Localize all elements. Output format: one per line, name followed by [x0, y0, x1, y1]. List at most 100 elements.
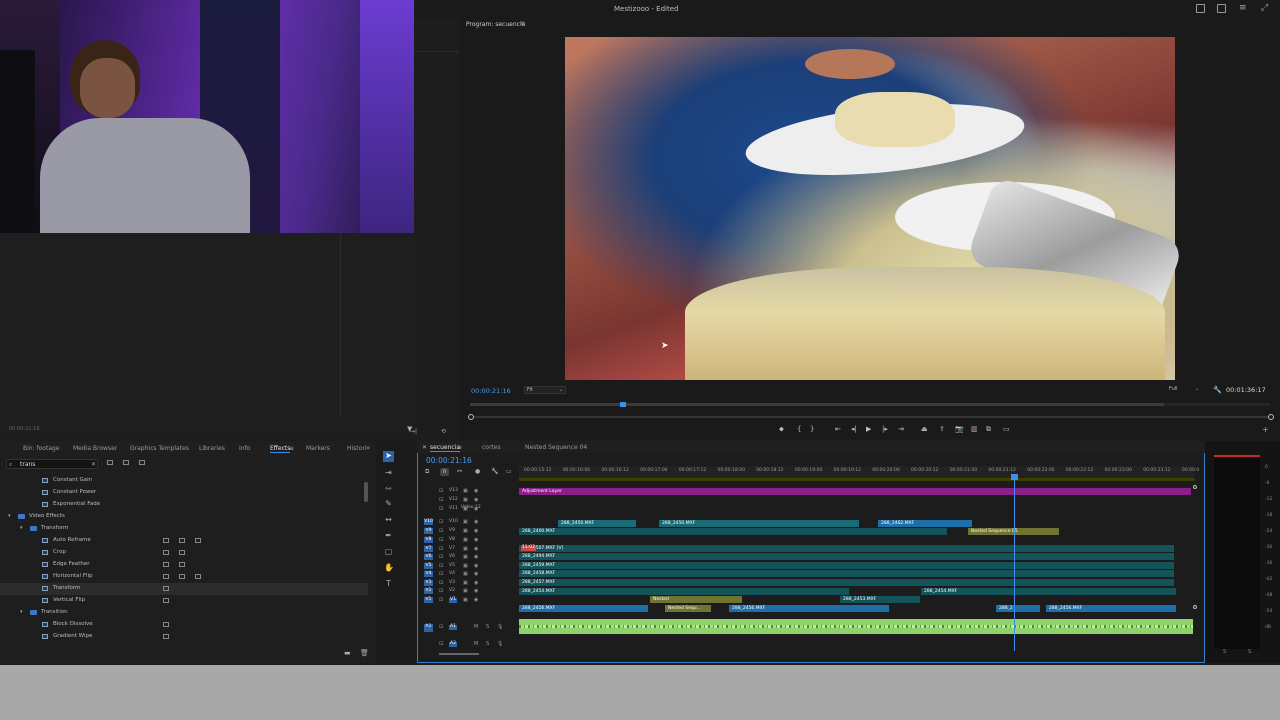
captions-icon[interactable]: ▭	[506, 468, 512, 475]
track-target-button[interactable]: V1	[449, 597, 457, 603]
effect-item[interactable]: Block Dissolve	[0, 619, 368, 631]
effect-item[interactable]: ▾ Transform	[0, 523, 368, 535]
solo-right[interactable]: S	[1248, 650, 1251, 655]
loop-icon[interactable]: ⟲	[441, 428, 446, 435]
rectangle-icon[interactable]: ▢	[384, 547, 393, 556]
mark-in-icon[interactable]: {	[797, 425, 801, 433]
eye-icon[interactable]: ◉	[474, 580, 478, 586]
eye-icon[interactable]: ◉	[474, 546, 478, 552]
timeline-zoom-scroll[interactable]	[439, 653, 479, 655]
source-patch-button[interactable]: V1	[424, 597, 433, 603]
window-icon[interactable]	[1196, 4, 1205, 13]
source-patch-button[interactable]: V3	[424, 580, 433, 586]
quality-dropdown[interactable]: Full ⌄	[1167, 386, 1205, 394]
playhead-line[interactable]	[1014, 476, 1015, 651]
lock-icon[interactable]: ⊡	[439, 554, 443, 560]
track-target-button[interactable]: V9	[449, 528, 455, 534]
linked-selection-icon[interactable]: ⚯	[457, 468, 462, 475]
solo-left[interactable]: S	[1223, 650, 1226, 655]
tab-markers[interactable]: Markers	[306, 445, 330, 452]
program-menu-icon[interactable]: ≡	[520, 20, 525, 27]
toggle-sync-icon[interactable]: ▣	[463, 519, 468, 525]
track-target-button[interactable]: A1	[449, 624, 457, 630]
track-target-button[interactable]: V2	[449, 588, 455, 594]
timeline-clip[interactable]: 288_2507.MXF [V]	[519, 545, 1174, 552]
search-input[interactable]: trans	[20, 462, 35, 468]
effect-item[interactable]: Crop	[0, 547, 368, 559]
toggle-sync-icon[interactable]: ▣	[463, 588, 468, 594]
source-patch-button[interactable]: V7	[424, 546, 433, 552]
timeline-clip[interactable]: 288_2456.MXF	[729, 605, 889, 612]
lock-icon[interactable]: ⊡	[439, 528, 443, 534]
selection-tool-icon[interactable]: ➤	[383, 451, 394, 462]
tab-cortes[interactable]: cortes	[482, 444, 501, 451]
timeline-clip[interactable]: 288_2450.MXF	[558, 520, 636, 527]
tab-history[interactable]: Histori	[347, 445, 366, 452]
timeline-clip[interactable]: 288_2456.MXF	[519, 605, 648, 612]
timeline-clip[interactable]: 288_2453.MXF	[840, 596, 920, 603]
compare-icon[interactable]: ▥	[971, 425, 978, 433]
wrench-icon[interactable]: 🔧	[1213, 386, 1222, 394]
timeline-clip[interactable]: 288_2454.MXF	[519, 588, 849, 595]
mic-icon[interactable]: 🎙	[497, 641, 503, 647]
timeline-clip[interactable]: 288_2	[996, 605, 1040, 612]
pen-icon[interactable]: ✒	[384, 531, 393, 540]
eye-icon[interactable]: ◉	[474, 563, 478, 569]
lock-icon[interactable]: ⊡	[439, 571, 443, 577]
effect-item[interactable]: ▾ Video Effects	[0, 511, 368, 523]
timeline-clip[interactable]: 288_2450.MXF	[659, 520, 859, 527]
lock-icon[interactable]: ⊡	[439, 488, 443, 494]
eye-icon[interactable]: ◉	[474, 571, 478, 577]
timeline-clip[interactable]: Nested	[650, 596, 742, 603]
eye-icon[interactable]: ◉	[474, 497, 478, 503]
marker-icon[interactable]: ●	[475, 468, 480, 475]
lock-icon[interactable]: ⊡	[439, 497, 443, 503]
effect-item[interactable]: Gradient Wipe	[0, 631, 368, 643]
nest-icon[interactable]: ⧉	[425, 468, 429, 476]
source-patch-button[interactable]: V5	[424, 563, 433, 569]
playhead-handle[interactable]	[1011, 474, 1018, 480]
track-select-icon[interactable]: ⇥	[384, 468, 393, 477]
eye-icon[interactable]: ◉	[474, 588, 478, 594]
effect-item[interactable]: Exponential Fade	[0, 499, 368, 511]
lift-icon[interactable]: ⏏	[921, 425, 928, 433]
ripple-edit-icon[interactable]: ⇿	[384, 484, 393, 493]
eye-icon[interactable]: ◉	[474, 519, 478, 525]
tab-graphics-templates[interactable]: Graphics Templates	[130, 445, 189, 452]
extract-icon[interactable]: ⇪	[939, 425, 945, 433]
lock-icon[interactable]: ⊡	[439, 580, 443, 586]
timeline-clip[interactable]: 288_2457.MXF	[519, 579, 1174, 586]
lock-icon[interactable]: ⊡	[439, 563, 443, 569]
effect-item[interactable]: Vertical Flip	[0, 595, 368, 607]
tab-libraries[interactable]: Libraries	[199, 445, 225, 452]
effect-item[interactable]: Constant Power	[0, 487, 368, 499]
clear-search-icon[interactable]: ✕	[91, 461, 96, 468]
track-target-button[interactable]: V8	[449, 537, 455, 543]
toggle-sync-icon[interactable]: ▣	[463, 546, 468, 552]
work-area-bar[interactable]	[519, 478, 1195, 481]
timeline-clip[interactable]: 288_2454.MXF	[921, 588, 1176, 595]
eye-icon[interactable]: ◉	[474, 537, 478, 543]
eye-icon[interactable]: ◉	[474, 597, 478, 603]
eye-icon[interactable]: ◉	[474, 528, 478, 534]
mute-icon[interactable]: M	[474, 624, 478, 630]
timeline-clip[interactable]: 288_2400.MXF	[519, 528, 947, 535]
track-target-button[interactable]: V12	[449, 497, 458, 503]
program-scrub-bar[interactable]	[470, 402, 1270, 407]
lock-icon[interactable]: ⊡	[439, 588, 443, 594]
accelerated-filter-icon[interactable]	[107, 460, 113, 465]
source-patch-button[interactable]: V9	[424, 528, 433, 534]
mic-icon[interactable]: 🎙	[497, 624, 503, 630]
chevron-right-icon[interactable]: »	[366, 444, 370, 452]
close-tab-icon[interactable]: ✕	[422, 444, 427, 451]
trash-icon[interactable]: 🗑	[360, 649, 369, 657]
effect-item[interactable]: ▾ Transition	[0, 607, 368, 619]
step-back-icon[interactable]: ◂|	[851, 425, 857, 433]
toggle-sync-icon[interactable]: ▣	[463, 554, 468, 560]
razor-icon[interactable]: ✎	[384, 499, 393, 508]
timeline-timecode[interactable]: 00:00:21:16	[426, 456, 472, 465]
eye-icon[interactable]: ◉	[474, 554, 478, 560]
source-patch-button[interactable]: V10	[424, 519, 433, 525]
slip-icon[interactable]: ↔	[384, 515, 393, 524]
timeline-clip[interactable]: 288_2458.MXF	[519, 570, 1174, 577]
